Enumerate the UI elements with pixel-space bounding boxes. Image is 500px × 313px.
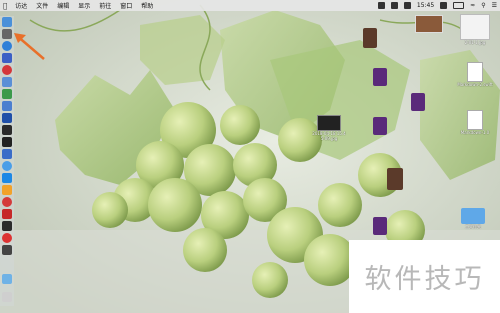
app-icon[interactable] — [2, 221, 12, 231]
status-icon-1[interactable] — [377, 2, 385, 9]
book-icon — [363, 28, 377, 48]
book-icon — [387, 168, 403, 190]
menu-icon[interactable]: ☰ — [492, 2, 497, 9]
app-icon[interactable] — [2, 149, 12, 159]
app-icon[interactable] — [2, 245, 12, 255]
image-thumbnail-icon — [460, 14, 490, 40]
watermark-text: 软件技巧 — [364, 264, 485, 295]
desktop-icon-screenshot[interactable] — [414, 15, 444, 33]
app-icon[interactable] — [2, 137, 12, 147]
video-icon — [373, 217, 387, 235]
app-icon[interactable] — [2, 185, 12, 195]
desktop-icon-video[interactable] — [408, 93, 428, 111]
menu-go[interactable]: 前往 — [99, 1, 111, 10]
menu-bar:  访达 文件 编辑 显示 前往 窗口 帮助 15:45 ≈ ⚲ ☰ — [0, 0, 500, 11]
desktop-icon-video[interactable] — [370, 217, 390, 235]
desktop-icon-video[interactable] — [370, 68, 390, 86]
annotation-arrow-icon — [14, 33, 45, 60]
app-icon[interactable] — [2, 101, 12, 111]
apple-menu-icon[interactable]:  — [3, 2, 7, 10]
app-icon[interactable] — [2, 125, 12, 135]
app-icon[interactable] — [2, 65, 12, 75]
app-icon[interactable] — [2, 173, 12, 183]
menu-window[interactable]: 窗口 — [120, 1, 132, 10]
app-icon[interactable] — [2, 161, 12, 171]
app-icon[interactable] — [2, 233, 12, 243]
menu-view[interactable]: 显示 — [78, 1, 90, 10]
app-icon[interactable] — [2, 209, 12, 219]
trash-icon[interactable] — [2, 292, 12, 302]
folder-icon — [461, 208, 485, 224]
folder-icon[interactable] — [2, 274, 12, 284]
desktop-icon-folder[interactable]: 工文件夹 — [456, 208, 490, 229]
desktop-icon-book[interactable] — [383, 168, 407, 190]
search-icon[interactable]: ⚲ — [481, 2, 485, 9]
menu-help[interactable]: 帮助 — [141, 1, 153, 10]
app-icon[interactable] — [2, 77, 12, 87]
app-icon[interactable] — [2, 197, 12, 207]
video-icon — [411, 93, 425, 111]
wifi-icon[interactable]: ≈ — [470, 2, 475, 9]
menu-edit[interactable]: 编辑 — [57, 1, 69, 10]
finder-icon[interactable] — [2, 17, 12, 27]
watermark: 软件技巧 — [349, 240, 500, 313]
desktop-icon-book[interactable] — [360, 28, 380, 48]
menu-file[interactable]: 文件 — [36, 1, 48, 10]
menubar-clock[interactable]: 15:45 — [417, 2, 434, 9]
video-icon — [373, 117, 387, 135]
desktop-icon-image[interactable]: 2-01-1.jpg — [452, 14, 498, 45]
screenshot-thumbnail-icon — [415, 15, 443, 33]
desktop-icon-document[interactable]: Markdown-1.0 — [455, 110, 495, 135]
document-icon — [467, 62, 483, 82]
desktop-icon-video-file[interactable]: 2018-04-18 15.4 5-09.jpg — [306, 115, 352, 141]
document-icon — [467, 110, 483, 130]
video-thumbnail-icon — [317, 115, 341, 131]
status-icon-2[interactable] — [390, 2, 398, 9]
app-icon[interactable] — [2, 113, 12, 123]
app-icon[interactable] — [2, 89, 12, 99]
desktop-icon-document[interactable]: Markdown-2.swift — [455, 62, 495, 87]
user-icon[interactable] — [440, 2, 448, 9]
battery-icon[interactable] — [453, 2, 465, 9]
desktop-icon-video[interactable] — [370, 117, 390, 135]
menu-finder[interactable]: 访达 — [15, 1, 27, 10]
video-icon — [373, 68, 387, 86]
status-icon-3[interactable] — [403, 2, 411, 9]
